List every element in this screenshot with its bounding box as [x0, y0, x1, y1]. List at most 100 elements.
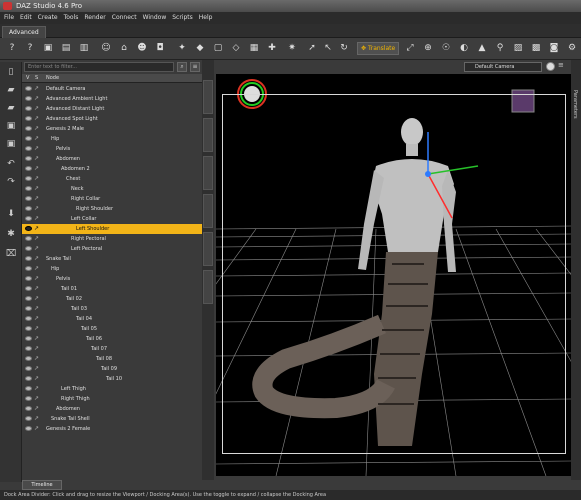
new-document-icon[interactable]: ▯	[5, 66, 17, 78]
selectable-arrow-icon[interactable]: ↗	[34, 195, 41, 202]
filter-search-button[interactable]: ⌕	[177, 62, 187, 72]
scene-node-row[interactable]: ↗ Right Thigh	[22, 394, 202, 404]
side-tab-1[interactable]	[203, 80, 213, 114]
tab-timeline[interactable]: Timeline	[22, 480, 62, 490]
column-visible[interactable]: V	[26, 74, 29, 83]
scene-node-row[interactable]: ↗ Tail 02	[22, 294, 202, 304]
selectable-arrow-icon[interactable]: ↗	[34, 415, 41, 422]
menu-file[interactable]: File	[4, 12, 14, 24]
visibility-eye-icon[interactable]	[25, 116, 32, 121]
render-icon[interactable]: ▩	[530, 42, 542, 54]
menu-connect[interactable]: Connect	[112, 12, 137, 24]
visibility-eye-icon[interactable]	[25, 106, 32, 111]
selectable-arrow-icon[interactable]: ↗	[34, 295, 41, 302]
rotate-tool-icon[interactable]: ↻	[338, 42, 350, 54]
scene-filter-input[interactable]: Enter text to filter...	[24, 62, 174, 72]
visibility-eye-icon[interactable]	[25, 146, 32, 151]
selectable-arrow-icon[interactable]: ↗	[34, 385, 41, 392]
camera-icon[interactable]: ◙	[548, 42, 560, 54]
scene-node-row[interactable]: ↗ Tail 09	[22, 364, 202, 374]
open-icon[interactable]: ▤	[60, 42, 72, 54]
selectable-arrow-icon[interactable]: ↗	[34, 335, 41, 342]
scene-node-row[interactable]: ↗ Advanced Spot Light	[22, 114, 202, 124]
selectable-arrow-icon[interactable]: ↗	[34, 345, 41, 352]
active-pose-icon[interactable]: ☉	[440, 42, 452, 54]
scene-node-row[interactable]: ↗ Default Camera	[22, 84, 202, 94]
scene-node-row[interactable]: ↗ Pelvis	[22, 274, 202, 284]
visibility-eye-icon[interactable]	[25, 166, 32, 171]
visibility-eye-icon[interactable]	[25, 316, 32, 321]
column-node[interactable]: Node	[46, 74, 59, 83]
menu-create[interactable]: Create	[38, 12, 58, 24]
node-select-icon[interactable]: ↖	[322, 42, 334, 54]
visibility-eye-icon[interactable]	[25, 126, 32, 131]
selectable-arrow-icon[interactable]: ↗	[34, 165, 41, 172]
lock-icon[interactable]: ⌧	[5, 248, 17, 260]
visibility-eye-icon[interactable]	[25, 96, 32, 101]
visibility-eye-icon[interactable]	[25, 256, 32, 261]
figure-icon[interactable]: ☺	[100, 42, 112, 54]
surface-tool-icon[interactable]: ◐	[458, 42, 470, 54]
selectable-arrow-icon[interactable]: ↗	[34, 395, 41, 402]
save-as-icon[interactable]: ▣	[5, 138, 17, 150]
scene-node-row[interactable]: ↗ Tail 05	[22, 324, 202, 334]
menu-edit[interactable]: Edit	[20, 12, 32, 24]
selectable-arrow-icon[interactable]: ↗	[34, 95, 41, 102]
visibility-eye-icon[interactable]	[25, 216, 32, 221]
scene-node-row[interactable]: ↗ Chest	[22, 174, 202, 184]
scene-node-row[interactable]: ↗ Pelvis	[22, 144, 202, 154]
visibility-eye-icon[interactable]	[25, 376, 32, 381]
visibility-eye-icon[interactable]	[25, 236, 32, 241]
column-selectable[interactable]: S	[35, 74, 38, 83]
translate-tool-button[interactable]: ✥ Translate	[357, 42, 400, 55]
visibility-eye-icon[interactable]	[25, 386, 32, 391]
scene-node-row[interactable]: ↗ Neck	[22, 184, 202, 194]
selectable-arrow-icon[interactable]: ↗	[34, 315, 41, 322]
visibility-eye-icon[interactable]	[25, 196, 32, 201]
visibility-eye-icon[interactable]	[25, 326, 32, 331]
visibility-eye-icon[interactable]	[25, 276, 32, 281]
help-icon[interactable]: ?	[24, 42, 36, 54]
visibility-eye-icon[interactable]	[25, 396, 32, 401]
scene-node-row[interactable]: ↗ Tail 10	[22, 374, 202, 384]
scene-node-row[interactable]: ↗ Tail 08	[22, 354, 202, 364]
side-tab-3[interactable]	[203, 156, 213, 190]
selectable-arrow-icon[interactable]: ↗	[34, 235, 41, 242]
selectable-arrow-icon[interactable]: ↗	[34, 405, 41, 412]
scale-tool-icon[interactable]: ⤢	[404, 42, 416, 54]
spot-render-icon[interactable]: ▨	[512, 42, 524, 54]
scene-node-row[interactable]: ↗ Right Pectoral	[22, 234, 202, 244]
geometry-tool-icon[interactable]: ▲	[476, 42, 488, 54]
selectable-arrow-icon[interactable]: ↗	[34, 175, 41, 182]
new-scene-icon[interactable]: ▣	[42, 42, 54, 54]
light-icon[interactable]: ✦	[176, 42, 188, 54]
visibility-eye-icon[interactable]	[25, 136, 32, 141]
scene-node-row[interactable]: ↗ Tail 01	[22, 284, 202, 294]
scene-node-row[interactable]: ↗ Advanced Distant Light	[22, 104, 202, 114]
scene-node-row[interactable]: ↗ Hip	[22, 134, 202, 144]
selectable-arrow-icon[interactable]: ↗	[34, 365, 41, 372]
whats-this-icon[interactable]: ?	[6, 42, 18, 54]
group-icon[interactable]: ▦	[248, 42, 260, 54]
selectable-arrow-icon[interactable]: ↗	[34, 135, 41, 142]
selectable-arrow-icon[interactable]: ↗	[34, 225, 41, 232]
scene-node-row[interactable]: ↗ Left Pectoral	[22, 244, 202, 254]
node-icon[interactable]: ◇	[230, 42, 242, 54]
selectable-arrow-icon[interactable]: ↗	[34, 185, 41, 192]
selectable-arrow-icon[interactable]: ↗	[34, 145, 41, 152]
menu-tools[interactable]: Tools	[64, 12, 79, 24]
selectable-arrow-icon[interactable]: ↗	[34, 275, 41, 282]
visibility-eye-icon[interactable]	[25, 206, 32, 211]
home-icon[interactable]: ⌂	[118, 42, 130, 54]
visibility-eye-icon[interactable]	[25, 356, 32, 361]
side-tab-6[interactable]	[203, 270, 213, 304]
render-settings-icon[interactable]: ⚙	[566, 42, 578, 54]
scene-node-row[interactable]: ↗ Snake Tail Shell	[22, 414, 202, 424]
scene-node-row[interactable]: ↗ Advanced Ambient Light	[22, 94, 202, 104]
selectable-arrow-icon[interactable]: ↗	[34, 205, 41, 212]
visibility-eye-icon[interactable]	[25, 86, 32, 91]
selectable-arrow-icon[interactable]: ↗	[34, 285, 41, 292]
visibility-eye-icon[interactable]	[25, 416, 32, 421]
selectable-arrow-icon[interactable]: ↗	[34, 425, 41, 432]
selectable-arrow-icon[interactable]: ↗	[34, 305, 41, 312]
